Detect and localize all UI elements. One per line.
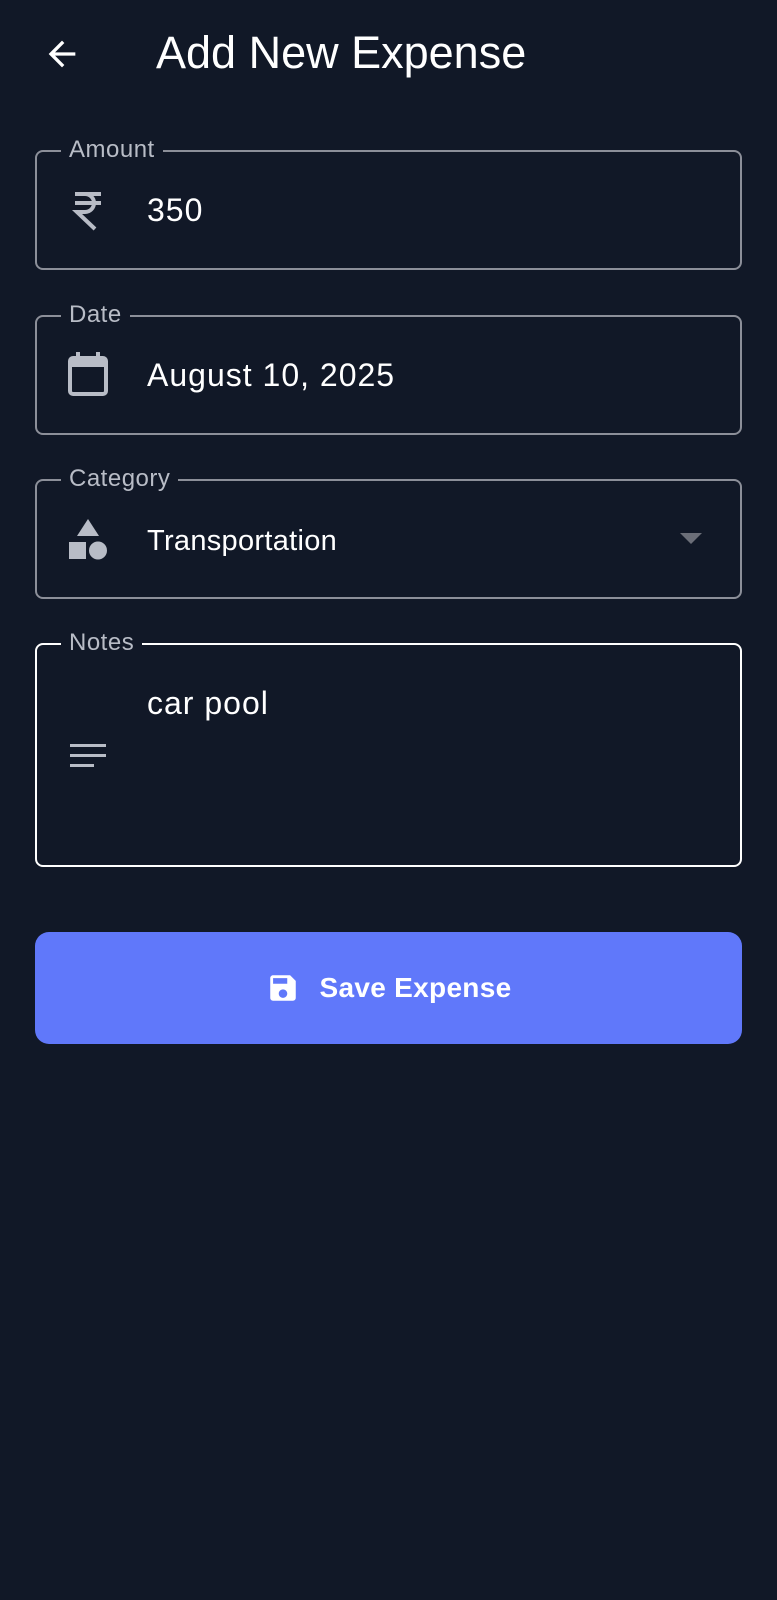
date-field[interactable]: Date August 10, 2025 (35, 300, 742, 435)
notes-label: Notes (61, 628, 143, 658)
app-bar: Add New Expense (0, 0, 777, 110)
notes-field[interactable]: Notes car pool (35, 628, 742, 867)
notes-textarea[interactable]: car pool (147, 683, 269, 723)
category-shapes-icon (65, 516, 111, 562)
category-select[interactable]: Transportation (147, 521, 337, 561)
category-field[interactable]: Category Transportation (35, 464, 742, 599)
amount-input[interactable]: 350 (147, 190, 203, 230)
page-title: Add New Expense (156, 27, 527, 78)
notes-lines-icon (65, 733, 111, 779)
save-icon (266, 971, 300, 1005)
amount-label: Amount (61, 135, 163, 165)
save-button-label: Save Expense (319, 972, 512, 1003)
save-expense-button[interactable]: Save Expense (35, 932, 742, 1044)
back-button[interactable] (28, 26, 96, 82)
arrow-back-icon (48, 40, 76, 68)
amount-field[interactable]: Amount 350 (35, 135, 742, 270)
category-label: Category (61, 464, 179, 494)
dropdown-arrow-icon[interactable] (680, 533, 702, 544)
date-label: Date (61, 300, 130, 330)
rupee-icon (65, 187, 111, 233)
calendar-icon (65, 351, 111, 397)
date-input[interactable]: August 10, 2025 (147, 355, 395, 395)
